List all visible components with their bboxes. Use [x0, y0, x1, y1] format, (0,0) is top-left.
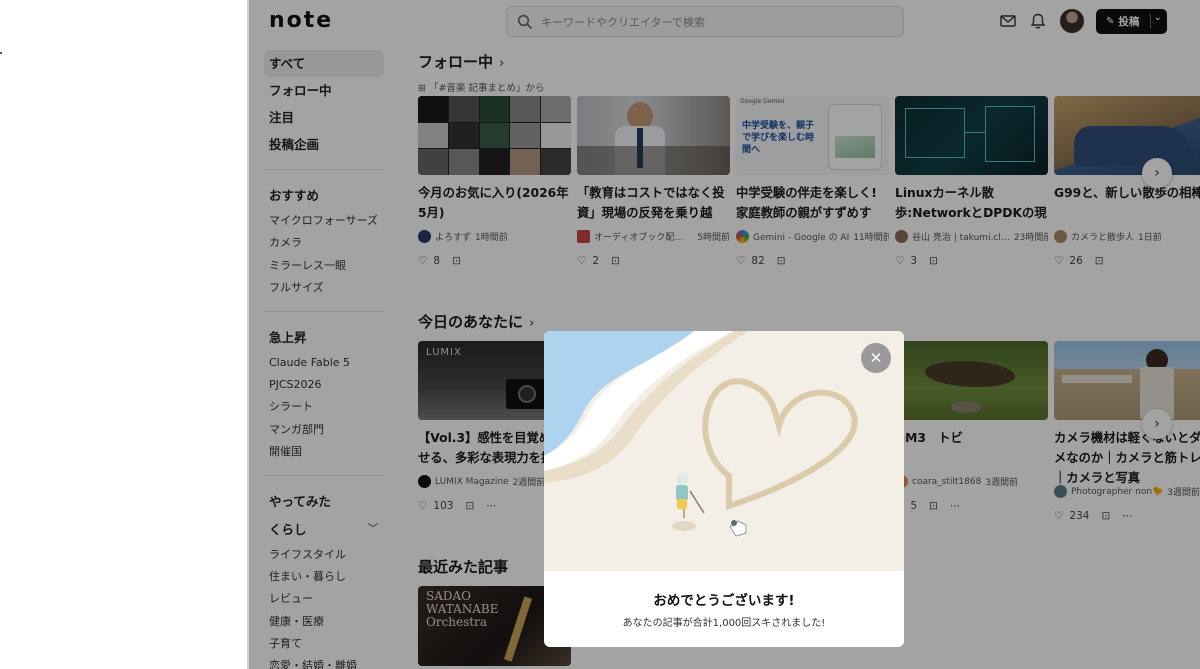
- stray-pixel: [0, 52, 2, 54]
- close-icon: ✕: [869, 349, 883, 367]
- modal-close-button[interactable]: ✕: [861, 343, 891, 373]
- congratulations-modal: おめでとうございます! あなたの記事が合計1,000回スキされました!: [544, 331, 904, 647]
- beach-heart-illustration: [544, 331, 904, 571]
- modal-title: おめでとうございます!: [653, 593, 795, 609]
- desktop-background: [0, 0, 247, 669]
- modal-message: あなたの記事が合計1,000回スキされました!: [622, 618, 826, 629]
